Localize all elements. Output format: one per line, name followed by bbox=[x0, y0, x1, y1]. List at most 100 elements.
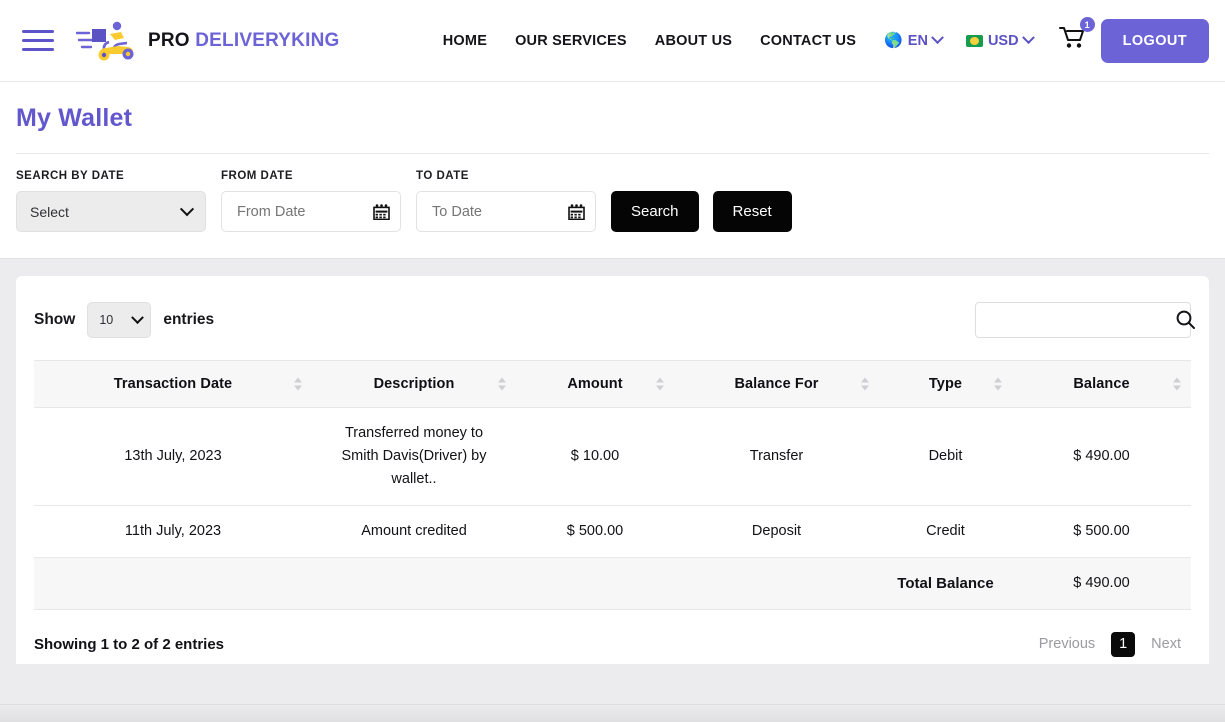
sort-icon bbox=[994, 377, 1002, 391]
table-body: 13th July, 2023 Transferred money to Smi… bbox=[34, 407, 1191, 610]
site-header: PRO DELIVERYKING HOME OUR SERVICES ABOUT… bbox=[0, 0, 1225, 82]
page-title-bar: My Wallet bbox=[0, 82, 1225, 154]
page-length-select[interactable]: 10 bbox=[87, 302, 152, 338]
show-label: Show bbox=[34, 311, 76, 328]
bottom-scrollbar[interactable] bbox=[0, 704, 1225, 722]
hamburger-bar bbox=[22, 48, 54, 51]
brand-logo[interactable]: PRO DELIVERYKING bbox=[76, 20, 339, 62]
search-by-date-group: SEARCH BY DATE Select bbox=[16, 170, 206, 232]
cell-type: Credit bbox=[879, 505, 1012, 558]
pagination-page-1[interactable]: 1 bbox=[1111, 631, 1136, 657]
search-by-date-value: Select bbox=[30, 203, 69, 220]
calendar-icon[interactable] bbox=[568, 203, 585, 220]
language-selector[interactable]: 🌎 EN bbox=[870, 31, 952, 49]
flag-icon bbox=[965, 34, 983, 47]
table-header-row: Transaction Date Description Amount Bala… bbox=[34, 360, 1191, 408]
filter-bar: SEARCH BY DATE Select FROM DATE From Dat… bbox=[0, 154, 1225, 259]
cell-description: Transferred money to Smith Davis(Driver)… bbox=[312, 407, 516, 506]
reset-button[interactable]: Reset bbox=[712, 191, 792, 232]
table-total-row: Total Balance $ 490.00 bbox=[34, 557, 1191, 610]
cell-description: Amount credited bbox=[312, 505, 516, 558]
scooter-logo-icon bbox=[76, 21, 134, 60]
column-header-balance-for[interactable]: Balance For bbox=[674, 360, 879, 408]
brand-name-pro: PRO bbox=[148, 29, 190, 51]
search-by-date-label: SEARCH BY DATE bbox=[16, 170, 125, 182]
chevron-down-icon bbox=[931, 31, 944, 45]
chevron-down-icon bbox=[131, 310, 145, 324]
logout-button[interactable]: LOGOUT bbox=[1100, 18, 1209, 63]
search-button[interactable]: Search bbox=[611, 191, 699, 232]
table-row: 13th July, 2023 Transferred money to Smi… bbox=[34, 407, 1191, 506]
to-date-group: TO DATE bbox=[416, 170, 596, 232]
sort-icon bbox=[498, 377, 506, 391]
from-date-label: FROM DATE bbox=[221, 170, 294, 182]
to-date-input[interactable] bbox=[430, 202, 560, 221]
cell-amount: $ 500.00 bbox=[516, 505, 674, 558]
calendar-icon[interactable] bbox=[373, 203, 390, 220]
pagination-previous[interactable]: Previous bbox=[1029, 630, 1105, 658]
entries-info: Showing 1 to 2 of 2 entries bbox=[34, 635, 225, 653]
column-header-balance[interactable]: Balance bbox=[1012, 360, 1191, 408]
column-header-description[interactable]: Description bbox=[312, 360, 516, 408]
nav-item-home[interactable]: HOME bbox=[429, 33, 501, 49]
currency-label: USD bbox=[987, 32, 1019, 49]
column-label: Transaction Date bbox=[113, 376, 233, 392]
sort-icon bbox=[656, 377, 664, 391]
from-date-group: FROM DATE bbox=[221, 170, 401, 232]
brand-name: PRO DELIVERYKING bbox=[148, 30, 339, 52]
brand-name-deliveryking: DELIVERYKING bbox=[195, 29, 340, 51]
table-search-input[interactable] bbox=[986, 311, 1160, 329]
column-label: Type bbox=[928, 376, 963, 392]
cell-balance: $ 490.00 bbox=[1012, 407, 1191, 506]
wallet-table-card: Show 10 entries Transaction Date Descrip… bbox=[16, 276, 1209, 664]
column-label: Balance For bbox=[734, 376, 819, 392]
currency-selector[interactable]: USD bbox=[952, 31, 1043, 49]
page-length-value: 10 bbox=[99, 313, 114, 327]
chevron-down-icon bbox=[179, 201, 195, 216]
column-label: Amount bbox=[567, 376, 623, 392]
chevron-down-icon bbox=[1021, 31, 1035, 45]
to-date-label: TO DATE bbox=[416, 170, 469, 182]
from-date-field[interactable] bbox=[221, 191, 401, 232]
hamburger-icon[interactable] bbox=[22, 28, 54, 54]
search-by-date-select[interactable]: Select bbox=[16, 191, 206, 232]
wallet-page: PRO DELIVERYKING HOME OUR SERVICES ABOUT… bbox=[0, 0, 1225, 722]
total-spacer bbox=[34, 557, 879, 610]
from-date-input[interactable] bbox=[235, 202, 365, 221]
cell-balance-for: Transfer bbox=[674, 407, 879, 506]
nav-item-our-services[interactable]: OUR SERVICES bbox=[501, 33, 641, 49]
sort-icon bbox=[1173, 377, 1181, 391]
globe-icon: 🌎 bbox=[884, 32, 903, 49]
sort-icon bbox=[861, 377, 869, 391]
hamburger-bar bbox=[22, 39, 54, 42]
column-header-amount[interactable]: Amount bbox=[516, 360, 674, 408]
column-header-transaction-date[interactable]: Transaction Date bbox=[34, 360, 312, 408]
hamburger-bar bbox=[22, 30, 54, 33]
total-balance-value: $ 490.00 bbox=[1012, 557, 1191, 610]
cell-type: Debit bbox=[879, 407, 1012, 506]
cart-badge: 1 bbox=[1079, 17, 1095, 32]
table-controls: Show 10 entries bbox=[34, 276, 1195, 338]
column-label: Balance bbox=[1073, 376, 1130, 392]
nav-item-contact-us[interactable]: CONTACT US bbox=[746, 33, 870, 49]
entries-label: entries bbox=[163, 311, 215, 328]
sort-icon bbox=[294, 377, 302, 391]
main-navigation: HOME OUR SERVICES ABOUT US CONTACT US 🌎 … bbox=[429, 17, 1209, 63]
to-date-field[interactable] bbox=[416, 191, 596, 232]
language-label: EN bbox=[907, 32, 928, 49]
search-icon[interactable] bbox=[1175, 309, 1197, 331]
cart-button[interactable]: 1 bbox=[1043, 17, 1101, 55]
table-footer: Showing 1 to 2 of 2 entries Previous 1 N… bbox=[34, 630, 1191, 658]
table-row: 11th July, 2023 Amount credited $ 500.00… bbox=[34, 505, 1191, 558]
cell-balance: $ 500.00 bbox=[1012, 505, 1191, 558]
cell-amount: $ 10.00 bbox=[516, 407, 674, 506]
pagination: Previous 1 Next bbox=[1029, 630, 1191, 658]
nav-item-about-us[interactable]: ABOUT US bbox=[641, 33, 746, 49]
column-header-type[interactable]: Type bbox=[879, 360, 1012, 408]
page-length-control: Show 10 entries bbox=[34, 302, 214, 338]
total-balance-label: Total Balance bbox=[879, 557, 1012, 610]
cell-balance-for: Deposit bbox=[674, 505, 879, 558]
pagination-next[interactable]: Next bbox=[1141, 630, 1191, 658]
cell-transaction-date: 11th July, 2023 bbox=[34, 505, 312, 558]
table-search-box[interactable] bbox=[975, 302, 1195, 338]
